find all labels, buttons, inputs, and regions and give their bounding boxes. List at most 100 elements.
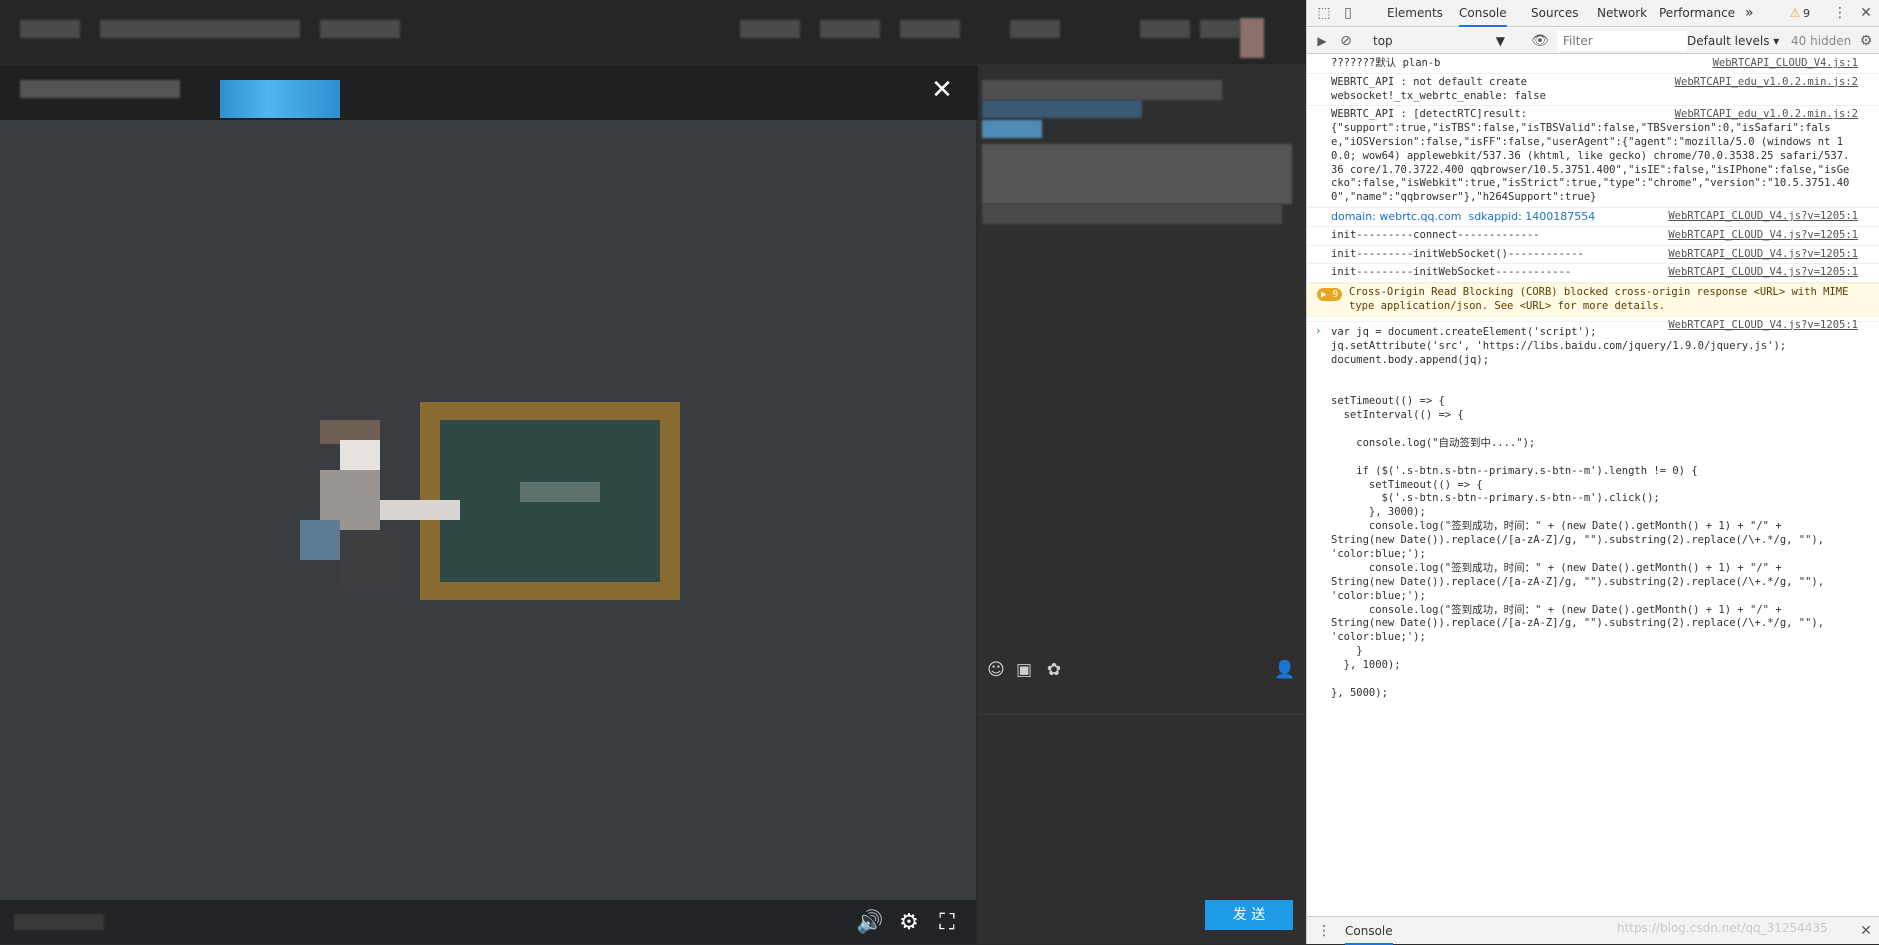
volume-icon[interactable]: 🔊 <box>856 910 883 936</box>
blurred-chat-line <box>982 204 1282 224</box>
code-line: console.log("签到成功，时间：" + (new Date().get… <box>1331 520 1782 533</box>
console-message: domain: webrtc.qq.com sdkappid: 14001875… <box>1307 208 1879 227</box>
chat-panel <box>978 64 1306 944</box>
console-input[interactable]: › var jq = document.createElement('scrip… <box>1307 322 1879 705</box>
code-line: setTimeout(() => { <box>1331 395 1445 408</box>
chevron-down-icon: ▼ <box>1495 34 1505 48</box>
teacher-legs <box>340 530 400 590</box>
image-icon[interactable]: ▣ <box>1014 660 1034 680</box>
console-message: init---------initWebSocket------------ We… <box>1307 264 1879 284</box>
blackboard-surface <box>440 420 660 582</box>
devtools-panel: ⬚ ▯ Elements Console Sources Network Per… <box>1306 0 1879 945</box>
code-line: console.log("签到成功，时间：" + (new Date().get… <box>1331 603 1782 616</box>
drawer-bar: ⋮ Console https://blog.csdn.net/qq_31254… <box>1307 916 1879 945</box>
blurred-nav-text <box>320 20 400 38</box>
user-icon[interactable]: 👤 <box>1274 660 1295 680</box>
device-toolbar-icon[interactable]: ▯ <box>1339 4 1357 22</box>
console-message: init---------initWebSocket()------------… <box>1307 246 1879 265</box>
fullscreen-icon[interactable]: ⛶ <box>934 910 960 936</box>
teacher-face <box>340 440 380 470</box>
tab-performance[interactable]: Performance <box>1659 0 1735 27</box>
clear-console-icon[interactable]: ⊘ <box>1337 32 1355 50</box>
blackboard-text <box>520 482 600 502</box>
drawer-menu-icon[interactable]: ⋮ <box>1315 922 1333 940</box>
source-link[interactable]: WebRTCAPI_CLOUD_V4.js?v=1205:1 <box>1668 210 1858 224</box>
warning-badge[interactable]: ▶ 9 <box>1317 288 1343 302</box>
console-message-list: ???????默认 plan-b WebRTCAPI_CLOUD_V4.js:1 W… <box>1307 55 1879 331</box>
code-line: String(new Date()).replace(/[a-zA-Z]/g, … <box>1331 534 1825 547</box>
eye-icon[interactable]: 👁 <box>1531 32 1549 50</box>
blurred-nav-text <box>740 20 800 38</box>
close-drawer-icon[interactable]: ✕ <box>1857 922 1875 940</box>
context-select[interactable]: top ▼ <box>1373 31 1513 51</box>
blurred-logo <box>20 20 80 38</box>
kebab-menu-icon[interactable]: ⋮ <box>1831 4 1849 22</box>
console-toolbar: ▶ ⊘ top ▼ 👁 Default levels ▾ 40 hidden ⚙ <box>1307 28 1879 54</box>
sidebar-toggle-icon[interactable]: ▶ <box>1313 32 1331 50</box>
source-link[interactable]: WebRTCAPI_edu_v1.0.2.min.js:2 <box>1675 76 1858 90</box>
tab-network[interactable]: Network <box>1597 0 1647 27</box>
console-settings-gear-icon[interactable]: ⚙ <box>1857 32 1875 50</box>
blurred-chat-line <box>982 144 1292 204</box>
console-message: WEBRTC_API : not default create websocke… <box>1307 74 1879 107</box>
inspect-element-icon[interactable]: ⬚ <box>1315 4 1333 22</box>
warning-count[interactable]: 9 <box>1803 0 1810 27</box>
blurred-course-title <box>20 80 180 98</box>
chat-message-list <box>978 64 1306 714</box>
teacher-shirt <box>300 520 340 560</box>
more-tabs-icon[interactable]: » <box>1745 0 1754 27</box>
blurred-chat-line <box>982 100 1142 118</box>
emoji-icon[interactable]: ☺ <box>986 660 1006 680</box>
blurred-nav-text <box>1200 20 1240 38</box>
tab-elements[interactable]: Elements <box>1387 0 1443 27</box>
source-link[interactable]: WebRTCAPI_CLOUD_V4.js:1 <box>1713 57 1858 71</box>
prompt-chevron-icon: › <box>1315 324 1322 337</box>
teacher-illustration <box>300 404 460 600</box>
code-line: }, 5000); <box>1331 686 1388 699</box>
drawer-tab-console[interactable]: Console <box>1345 917 1393 945</box>
app-root: ✕ 🔊 ⚙ ⛶ ☺ ▣ ✿ 👤 发 送 ⬚ ▯ Elements Console… <box>0 0 1879 945</box>
classroom-page: ✕ 🔊 ⚙ ⛶ ☺ ▣ ✿ 👤 发 送 <box>0 0 1306 944</box>
send-button[interactable]: 发 送 <box>1205 900 1293 930</box>
console-code[interactable]: var jq = document.createElement('script'… <box>1331 326 1852 701</box>
blurred-nav-text <box>820 20 880 38</box>
code-line: console.log("自动签到中...."); <box>1331 436 1536 449</box>
code-line: setInterval(() => { <box>1331 409 1464 422</box>
code-line: var jq = document.createElement('script'… <box>1331 325 1597 338</box>
source-link[interactable]: WebRTCAPI_edu_v1.0.2.min.js:2 <box>1675 108 1858 122</box>
hidden-count: 40 hidden <box>1791 34 1852 48</box>
blurred-chat-line <box>982 120 1042 138</box>
blurred-nav-text <box>100 20 300 38</box>
code-line: }, 3000); <box>1331 506 1426 519</box>
code-line: $('.s-btn.s-btn--primary.s-btn--m').clic… <box>1331 492 1660 505</box>
settings-gear-icon[interactable]: ⚙ <box>896 910 922 936</box>
flower-icon[interactable]: ✿ <box>1044 660 1064 680</box>
blurred-chat-line <box>982 80 1222 100</box>
watermark: https://blog.csdn.net/qq_31254435 <box>1617 921 1828 935</box>
console-message: ???????默认 plan-b WebRTCAPI_CLOUD_V4.js:1 <box>1307 55 1879 74</box>
blurred-nav-text <box>1140 20 1190 38</box>
source-link[interactable]: WebRTCAPI_CLOUD_V4.js?v=1205:1 <box>1668 248 1858 262</box>
blurred-nav-text <box>900 20 960 38</box>
code-line: String(new Date()).replace(/[a-zA-Z]/g, … <box>1331 617 1825 630</box>
warning-icon[interactable]: ⚠ <box>1789 4 1801 22</box>
source-link[interactable]: WebRTCAPI_CLOUD_V4.js?v=1205:1 <box>1668 266 1858 280</box>
close-devtools-icon[interactable]: ✕ <box>1857 4 1875 22</box>
code-line: document.body.append(jq); <box>1331 353 1490 366</box>
tab-sources[interactable]: Sources <box>1531 0 1578 27</box>
source-link[interactable]: WebRTCAPI_CLOUD_V4.js?v=1205:1 <box>1668 229 1858 243</box>
code-line: setTimeout(() => { <box>1331 478 1483 491</box>
code-line: 'color:blue;'); <box>1331 631 1426 644</box>
close-icon[interactable]: ✕ <box>928 76 956 104</box>
tab-console[interactable]: Console <box>1459 0 1507 27</box>
filter-input[interactable] <box>1557 31 1687 51</box>
blurred-nav-text <box>1010 20 1060 38</box>
avatar[interactable] <box>1240 18 1264 58</box>
active-class-tab[interactable] <box>220 80 340 118</box>
code-line: if ($('.s-btn.s-btn--primary.s-btn--m').… <box>1331 464 1698 477</box>
message-text: Cross-Origin Read Blocking (CORB) blocke… <box>1349 286 1855 312</box>
log-levels-dropdown[interactable]: Default levels ▾ <box>1687 31 1779 51</box>
